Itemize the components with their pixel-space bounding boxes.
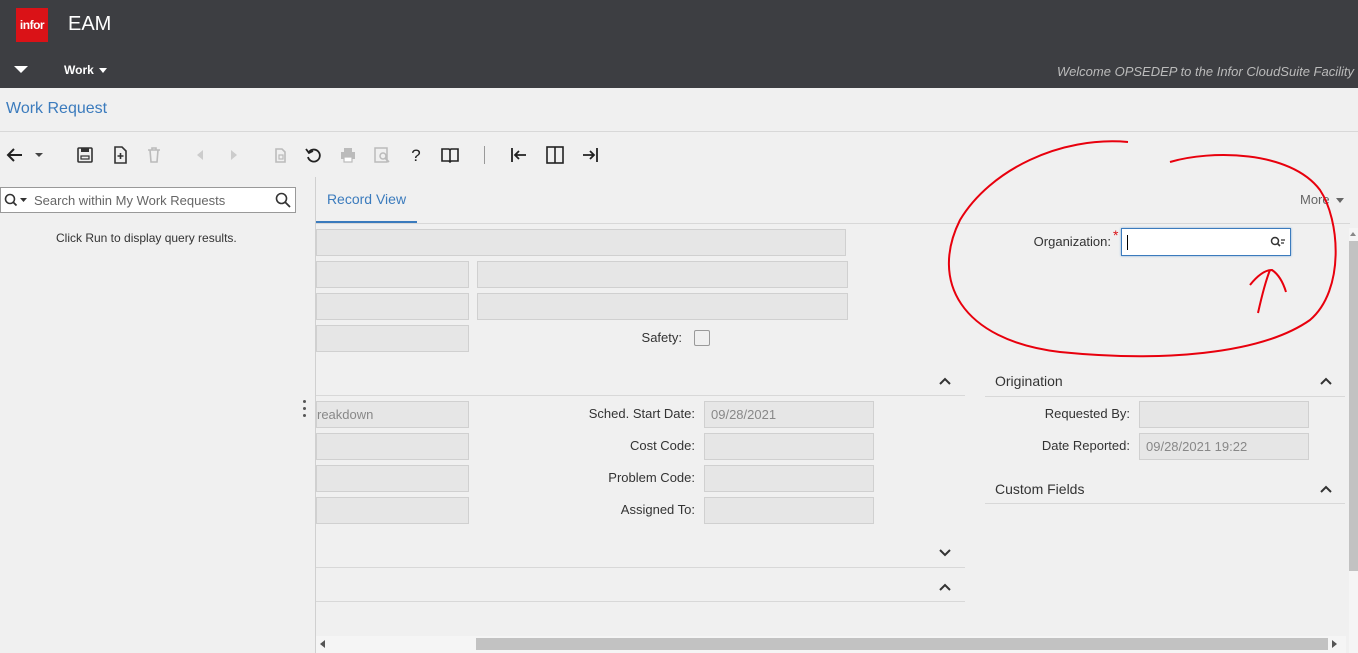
description-field[interactable] — [316, 229, 846, 256]
expand-right-icon[interactable] — [578, 143, 602, 167]
status-field[interactable] — [316, 433, 469, 460]
help-icon[interactable]: ? — [404, 143, 428, 167]
section-divider — [316, 395, 965, 396]
origination-title: Origination — [995, 373, 1063, 389]
tab-record-view[interactable]: Record View — [316, 178, 417, 223]
book-icon[interactable] — [438, 143, 462, 167]
chevron-up-icon[interactable] — [1319, 376, 1333, 386]
chevron-up-icon[interactable] — [938, 582, 952, 592]
equipment-description-field[interactable] — [477, 261, 848, 288]
priority-field[interactable] — [316, 465, 469, 492]
collapse-left-icon[interactable] — [507, 143, 531, 167]
svg-text:?: ? — [411, 146, 420, 165]
back-dropdown-icon[interactable] — [32, 143, 46, 167]
divider — [0, 131, 1358, 132]
text-cursor — [1127, 235, 1128, 250]
cost-code-label: Cost Code: — [629, 438, 695, 453]
empty-results-message: Click Run to display query results. — [56, 231, 237, 245]
problem-code-field[interactable] — [704, 465, 874, 492]
organization-label: Organization: — [1033, 234, 1111, 249]
section-divider — [316, 601, 965, 602]
splitter-handle-icon[interactable] — [303, 400, 307, 422]
scroll-left-icon[interactable] — [320, 640, 325, 648]
search-input[interactable] — [34, 191, 264, 209]
refresh-icon[interactable] — [302, 143, 326, 167]
save-icon[interactable] — [73, 143, 97, 167]
organization-input[interactable] — [1121, 228, 1291, 256]
scroll-up-icon[interactable] — [1350, 232, 1356, 236]
horizontal-scroll-thumb[interactable] — [476, 638, 1328, 650]
requested-by-field[interactable] — [1139, 401, 1309, 428]
assigned-to-field[interactable] — [704, 497, 874, 524]
cost-code-field[interactable] — [704, 433, 874, 460]
equipment-field[interactable] — [316, 261, 469, 288]
location-field[interactable] — [316, 293, 469, 320]
search-icon[interactable] — [275, 192, 291, 208]
toolbar-separator — [484, 146, 485, 164]
date-reported-label: Date Reported: — [1041, 438, 1130, 453]
type-field[interactable]: reakdown — [316, 401, 469, 428]
work-menu[interactable]: Work — [64, 63, 107, 77]
department-field[interactable] — [316, 325, 469, 352]
print-icon[interactable] — [336, 143, 360, 167]
caret-down-icon — [1335, 198, 1344, 204]
search-filter-icon[interactable] — [4, 192, 30, 208]
date-reported-field[interactable]: 09/28/2021 19:22 — [1139, 433, 1309, 460]
required-indicator: * — [1113, 227, 1119, 243]
back-arrow-icon[interactable] — [4, 143, 26, 167]
caret-down-icon — [98, 68, 107, 74]
annotation-overlay — [947, 140, 1337, 358]
top-bar: infor EAM Work Welcome OPSEDEP to the In… — [0, 0, 1358, 88]
sched-start-field[interactable]: 09/28/2021 — [704, 401, 874, 428]
previous-icon[interactable] — [188, 143, 212, 167]
problem-code-label: Problem Code: — [608, 470, 695, 485]
vertical-scroll-thumb[interactable] — [1349, 241, 1358, 571]
new-record-icon[interactable] — [108, 143, 132, 167]
chevron-down-icon[interactable] — [938, 548, 952, 558]
safety-label: Safety: — [641, 330, 682, 345]
more-label: More — [1300, 192, 1330, 207]
chevron-up-icon[interactable] — [938, 376, 952, 386]
search-box — [0, 187, 296, 213]
next-icon[interactable] — [222, 143, 246, 167]
assigned-to-label: Assigned To: — [620, 502, 695, 517]
safety-checkbox[interactable] — [694, 330, 710, 346]
preview-icon[interactable] — [370, 143, 394, 167]
app-title: EAM — [68, 13, 112, 35]
custom-fields-title: Custom Fields — [995, 481, 1085, 497]
requested-by-label: Requested By: — [1044, 406, 1130, 421]
section-divider — [985, 396, 1345, 397]
location-description-field[interactable] — [477, 293, 848, 320]
scroll-right-icon[interactable] — [1332, 640, 1337, 648]
section-divider — [316, 567, 965, 568]
copy-icon[interactable] — [268, 143, 292, 167]
class-field[interactable] — [316, 497, 469, 524]
infor-logo[interactable]: infor — [16, 8, 48, 42]
divider — [316, 223, 1350, 224]
split-view-icon[interactable] — [543, 143, 567, 167]
more-menu[interactable]: More — [1300, 192, 1344, 207]
menu-toggle-icon[interactable] — [14, 66, 28, 73]
annotation-arrow — [1249, 268, 1287, 314]
delete-icon[interactable] — [142, 143, 166, 167]
sched-start-label: Sched. Start Date: — [588, 406, 695, 421]
page-title: Work Request — [6, 100, 108, 117]
lookup-icon[interactable] — [1270, 236, 1286, 249]
chevron-up-icon[interactable] — [1319, 484, 1333, 494]
work-menu-label: Work — [64, 63, 94, 77]
welcome-message: Welcome OPSEDEP to the Infor CloudSuite … — [1057, 64, 1354, 79]
section-divider — [985, 503, 1345, 504]
